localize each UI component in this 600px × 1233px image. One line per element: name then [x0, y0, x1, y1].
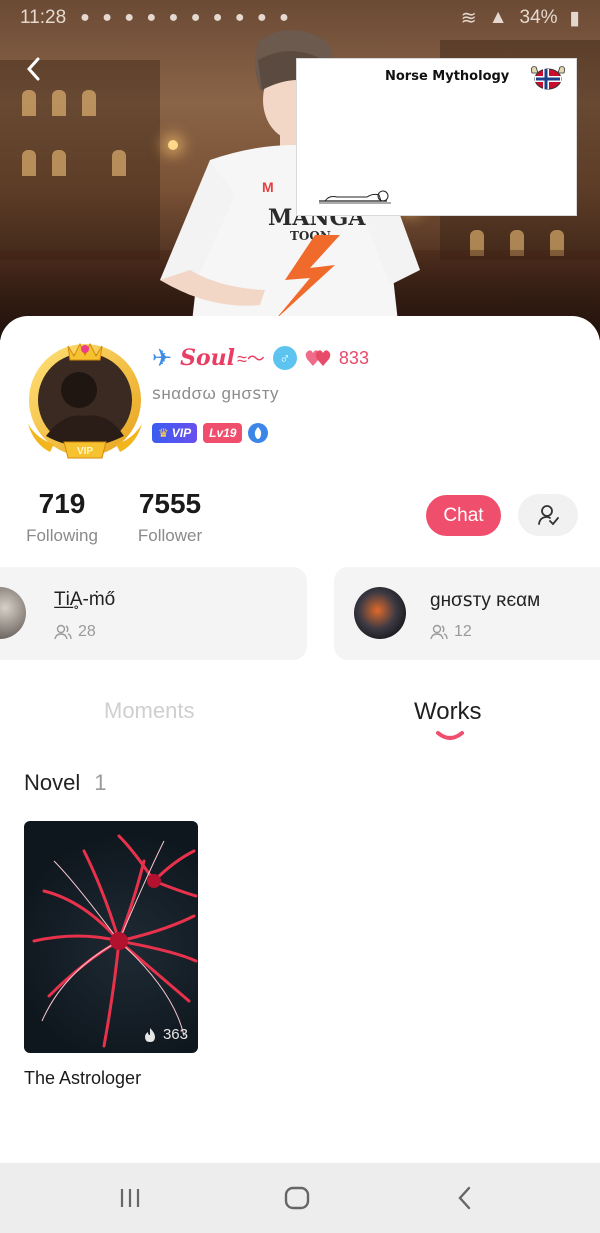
- book-heat: 363: [143, 1026, 188, 1043]
- likes-count: 833: [305, 348, 369, 369]
- group-member-count: 28: [54, 623, 96, 641]
- section-count: 1: [94, 770, 107, 795]
- status-time: 11:28: [20, 7, 67, 28]
- chevron-left-icon: [26, 57, 40, 81]
- red-spider-lily-artwork: [32, 834, 198, 1048]
- user-avatar[interactable]: VIP: [24, 340, 146, 462]
- book-title[interactable]: The Astrologer: [24, 1068, 141, 1089]
- tab-works[interactable]: Works: [414, 698, 482, 726]
- wifi-icon: ≋: [460, 7, 477, 29]
- system-back-button[interactable]: [435, 1163, 495, 1233]
- vip-avatar-frame: VIP: [28, 342, 142, 459]
- user-name: Soul: [180, 345, 236, 371]
- recent-apps-icon: [120, 1189, 140, 1207]
- novel-section-header: Novel 1: [24, 770, 107, 796]
- battery-percent: 34%: [519, 7, 558, 28]
- name-row: ✈ Soul ≈〜 ♂ 833: [152, 343, 369, 373]
- follower-label: Follower: [137, 526, 203, 545]
- following-stat[interactable]: 719 Following: [22, 488, 102, 546]
- system-nav-bar: [0, 1163, 600, 1233]
- follow-user-button[interactable]: [518, 494, 578, 536]
- active-tab-indicator: [436, 731, 464, 740]
- book-cover[interactable]: 363: [24, 821, 198, 1053]
- members-icon: [430, 624, 448, 640]
- male-gender-icon: ♂: [272, 346, 297, 370]
- wave-decoration-icon: ≈〜: [237, 349, 265, 369]
- svg-text:VIP: VIP: [77, 446, 93, 457]
- group-member-value: 12: [454, 623, 472, 640]
- chat-button[interactable]: Chat: [426, 495, 501, 536]
- section-label: Novel: [24, 770, 81, 795]
- group-name: gнσꜱтy ʀєαм: [430, 590, 541, 611]
- sleeping-figure-sketch: [319, 190, 391, 204]
- group-card-2[interactable]: gнσꜱтy ʀєαм 12: [334, 567, 600, 660]
- following-count: 719: [38, 488, 86, 519]
- notification-icons: ● ● ● ● ● ● ● ● ● ●: [80, 9, 293, 26]
- flame-icon: [144, 1027, 155, 1042]
- home-button[interactable]: [267, 1163, 327, 1233]
- members-icon: [54, 624, 72, 640]
- user-check-icon: [538, 505, 559, 526]
- hearts-icon: [305, 350, 331, 366]
- flame-shield-glyph: [255, 427, 262, 439]
- group-member-count: 12: [430, 623, 472, 641]
- following-label: Following: [26, 526, 98, 545]
- badge-row: ♛ VIP Lv19: [152, 423, 269, 443]
- user-handle: ꜱнαdσω gнσꜱтy: [152, 384, 279, 403]
- follower-stat[interactable]: 7555 Follower: [130, 488, 210, 546]
- home-icon: [284, 1186, 310, 1210]
- crown-icon: ♛: [158, 426, 169, 440]
- vip-label: VIP: [171, 426, 192, 440]
- signal-icon: ▲: [488, 7, 508, 28]
- airplane-icon: ✈: [152, 344, 173, 372]
- vip-badge[interactable]: ♛ VIP: [152, 423, 198, 443]
- back-button[interactable]: [18, 52, 48, 86]
- status-bar: 11:28 ● ● ● ● ● ● ● ● ● ● ≋ ▲ 34% ▮: [0, 0, 600, 36]
- group-name: T̲i̲Ḁ-ṁő: [54, 589, 116, 610]
- group-member-value: 28: [78, 623, 96, 640]
- tab-moments[interactable]: Moments: [104, 698, 194, 724]
- svg-text:M: M: [262, 179, 274, 195]
- recent-apps-button[interactable]: [100, 1163, 160, 1233]
- battery-icon: ▮: [569, 7, 580, 29]
- norse-card-title: Norse Mythology: [385, 69, 510, 84]
- viking-helmet-flag-icon: [531, 66, 565, 90]
- group-avatar: [354, 587, 406, 639]
- profile-screen: M MANGA TOON 11:28 ● ● ● ● ● ● ● ● ● ● ≋…: [0, 0, 600, 1233]
- group-card-1[interactable]: T̲i̲Ḁ-ṁő 28: [0, 567, 307, 660]
- back-arrow-icon: [458, 1186, 471, 1210]
- likes-value: 833: [338, 347, 369, 368]
- follower-count: 7555: [138, 488, 202, 519]
- creator-shield-icon[interactable]: [248, 423, 269, 443]
- group-avatar: [0, 587, 26, 639]
- level-badge[interactable]: Lv19: [203, 423, 243, 443]
- norse-mythology-card[interactable]: Norse Mythology: [296, 58, 577, 216]
- book-heat-value: 363: [162, 1026, 188, 1043]
